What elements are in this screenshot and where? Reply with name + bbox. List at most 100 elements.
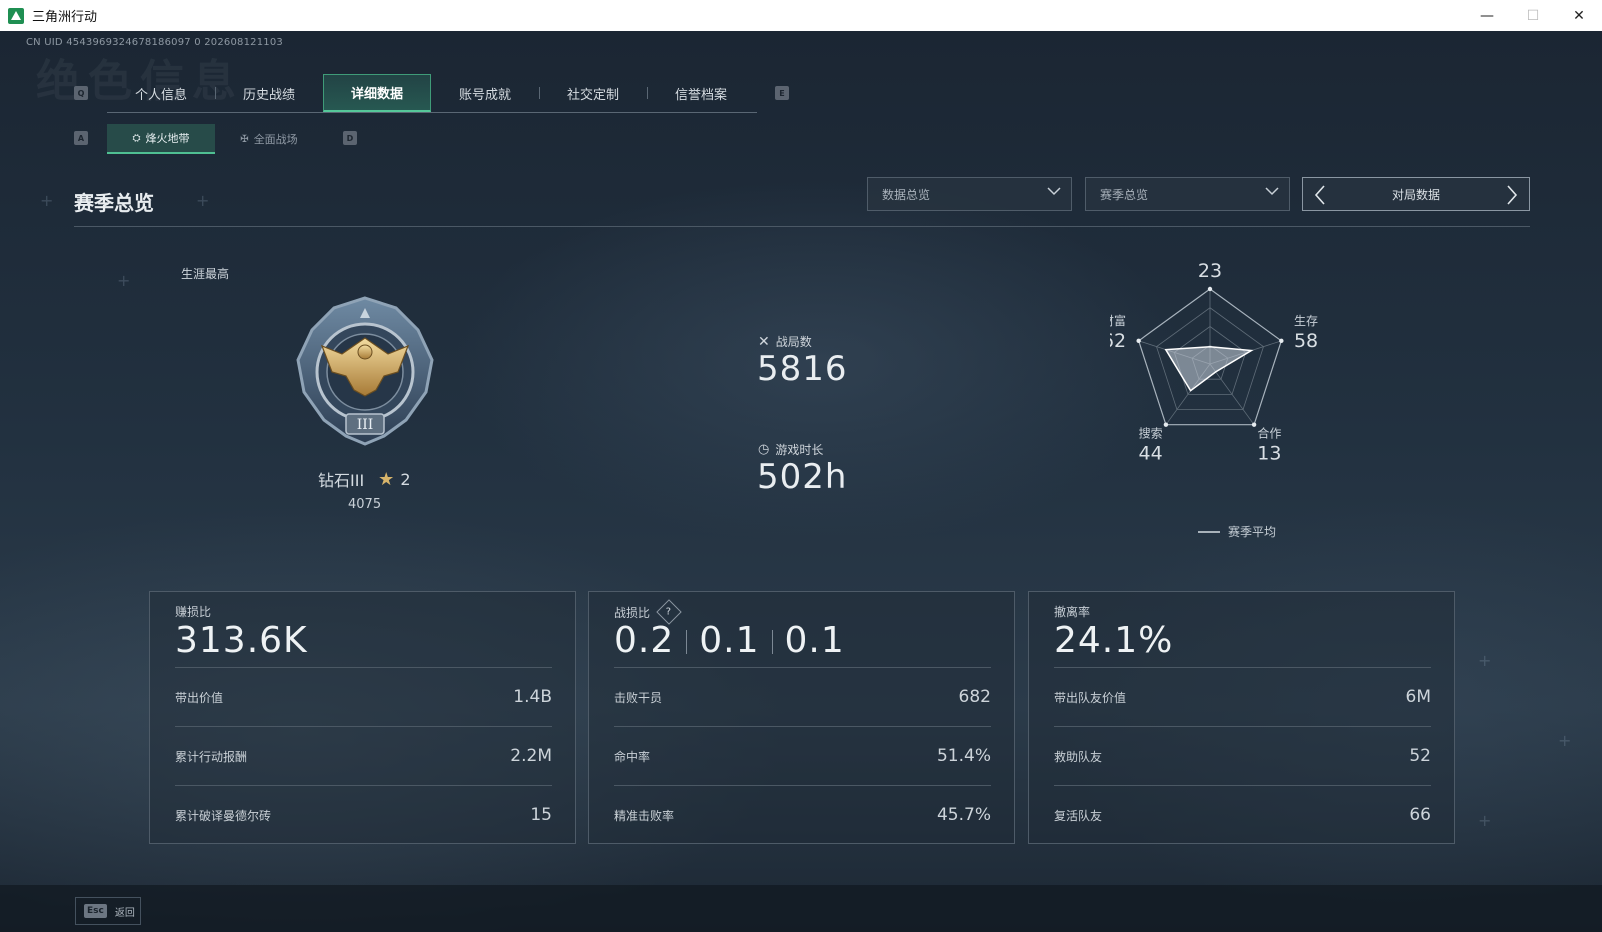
- tab-credit-record[interactable]: 信誉档案: [647, 74, 755, 112]
- medal-roman-numeral: III: [357, 417, 374, 433]
- rank-stars: ★ 2: [378, 469, 410, 490]
- radar-axis-dot: [1163, 422, 1169, 427]
- subtab-next-key-hint[interactable]: D: [343, 131, 357, 145]
- chevron-down-icon: [1265, 187, 1279, 196]
- data-type-dropdown[interactable]: 数据总览: [867, 177, 1072, 211]
- radar-axis-label: 合作: [1257, 426, 1281, 441]
- rank-medal-icon: III: [296, 296, 434, 446]
- crossed-swords-icon: ✕: [758, 333, 770, 350]
- radar-axis-value: 23: [1198, 260, 1222, 282]
- window-controls: — ☐ ✕: [1464, 0, 1602, 31]
- card-head-label: 战损比: [614, 605, 651, 620]
- decor-cross: +: [196, 191, 210, 210]
- star-icon: ★: [378, 468, 395, 490]
- card-head-label-row: 战损比 ?: [614, 599, 682, 625]
- kd-value-3: 0.1: [784, 620, 845, 661]
- card-row: 救助队友 52: [1054, 726, 1431, 785]
- data-type-dropdown-value: 数据总览: [882, 187, 931, 202]
- tab-detailed-data[interactable]: 详细数据: [323, 74, 431, 112]
- bottom-bar: Esc 返回: [0, 885, 1602, 932]
- radar-legend-label: 赛季平均: [1228, 524, 1276, 539]
- value-separator: [686, 630, 688, 654]
- card-row-value: 45.7%: [936, 805, 991, 825]
- minimize-button[interactable]: —: [1464, 0, 1510, 31]
- header-divider: [74, 226, 1530, 227]
- decor-cross: +: [1478, 811, 1492, 830]
- app-logo-icon: [8, 7, 24, 24]
- ability-radar-chart: 战斗 23 生存 58 合作 13 搜索 44 财富 62 赛季平均: [1110, 256, 1318, 539]
- radar-value-shape: [1164, 345, 1254, 392]
- matches-label-row: ✕ 战局数: [758, 333, 812, 350]
- radar-axis-dot: [1279, 338, 1284, 344]
- radar-axis-dot: [1136, 338, 1141, 344]
- card-row-label: 带出价值: [175, 690, 224, 705]
- card-row: 带出队友价值 6M: [1054, 667, 1431, 726]
- rank-star-count: 2: [400, 469, 411, 489]
- card-head-value: 24.1%: [1054, 620, 1174, 661]
- card-row: 累计破译曼德尔砖 15: [175, 785, 552, 844]
- card-row-label: 救助队友: [1054, 749, 1103, 764]
- subtab-operations-label: 烽火地带: [145, 132, 190, 145]
- card-row: 复活队友 66: [1054, 785, 1431, 844]
- back-button[interactable]: Esc 返回: [75, 897, 141, 925]
- subtab-warfare-label: 全面战场: [253, 133, 298, 146]
- pager-label: 对局数据: [1391, 187, 1440, 202]
- decor-cross: +: [117, 271, 131, 290]
- subtab-prev-key-hint[interactable]: A: [74, 131, 88, 145]
- game-screen: 绝色信息 CN UID 4543969324678186097 0 202608…: [0, 31, 1602, 932]
- warfare-mode-icon: ✠: [240, 133, 249, 145]
- season-dropdown-value: 赛季总览: [1100, 187, 1149, 202]
- rank-name: 钻石III: [318, 471, 365, 490]
- window-titlebar: 三角洲行动 — ☐ ✕: [0, 0, 1602, 32]
- card-head-values: 0.2 0.1 0.1: [614, 620, 845, 661]
- playtime-label-row: ◷ 游戏时长: [758, 441, 823, 458]
- rank-score: 4075: [348, 497, 382, 512]
- card-row-value: 1.4B: [513, 687, 552, 707]
- value-separator: [771, 630, 773, 654]
- radar-axis-label: 搜索: [1139, 426, 1163, 441]
- tab-personal-info[interactable]: 个人信息: [107, 74, 215, 112]
- playtime-label: 游戏时长: [775, 443, 824, 457]
- card-row-value: 51.4%: [936, 746, 991, 766]
- radar-axis-dot: [1251, 422, 1257, 427]
- card-row: 带出价值 1.4B: [175, 667, 552, 726]
- close-button[interactable]: ✕: [1556, 0, 1602, 31]
- chevron-left-icon[interactable]: [1313, 184, 1327, 206]
- esc-key-hint: Esc: [84, 904, 107, 918]
- kd-card: 战损比 ? 0.2 0.1 0.1 击败干员 682 命中率 51.4% 精准击败率…: [588, 591, 1015, 844]
- radar-axis-value: 62: [1110, 330, 1126, 352]
- tab-social-customization[interactable]: 社交定制: [539, 74, 647, 112]
- maximize-button[interactable]: ☐: [1510, 0, 1556, 31]
- card-row-value: 52: [1409, 746, 1431, 766]
- card-row-value: 6M: [1405, 687, 1431, 707]
- rank-name-row: 钻石III ★ 2: [318, 467, 411, 491]
- tab-prev-key-hint[interactable]: Q: [74, 86, 88, 100]
- match-data-pager: 对局数据: [1302, 177, 1530, 211]
- card-head-value: 313.6K: [175, 620, 308, 661]
- career-best-label: 生涯最高: [181, 267, 230, 281]
- decor-cross: +: [40, 191, 54, 210]
- operations-mode-icon: ⛭: [132, 132, 141, 144]
- card-head-label: 赚损比: [175, 605, 212, 619]
- profit-card: 赚损比 313.6K 带出价值 1.4B 累计行动报酬 2.2M 累计破译曼德尔…: [149, 591, 576, 844]
- card-row-label: 命中率: [614, 749, 651, 764]
- chevron-down-icon: [1047, 187, 1061, 196]
- matches-value: 5816: [757, 349, 848, 389]
- kd-value-2: 0.1: [699, 620, 760, 661]
- card-row-label: 复活队友: [1054, 808, 1103, 823]
- card-row-label: 累计行动报酬: [175, 749, 248, 764]
- radar-axis-value: 58: [1294, 330, 1318, 352]
- radar-axis-label: 财富: [1110, 313, 1126, 328]
- subtab-operations[interactable]: ⛭ 烽火地带: [107, 124, 215, 154]
- tab-achievements[interactable]: 账号成就: [431, 74, 539, 112]
- mode-subtab-bar: ⛭ 烽火地带 ✠ 全面战场: [107, 124, 323, 154]
- subtab-warfare[interactable]: ✠ 全面战场: [215, 124, 323, 154]
- card-row-value: 15: [530, 805, 552, 825]
- card-row: 击败干员 682: [614, 667, 991, 726]
- tab-match-history[interactable]: 历史战绩: [215, 74, 323, 112]
- card-row-label: 击败干员: [614, 690, 663, 705]
- tab-next-key-hint[interactable]: E: [775, 86, 789, 100]
- card-row-value: 66: [1409, 805, 1431, 825]
- season-dropdown[interactable]: 赛季总览: [1085, 177, 1290, 211]
- chevron-right-icon[interactable]: [1505, 184, 1519, 206]
